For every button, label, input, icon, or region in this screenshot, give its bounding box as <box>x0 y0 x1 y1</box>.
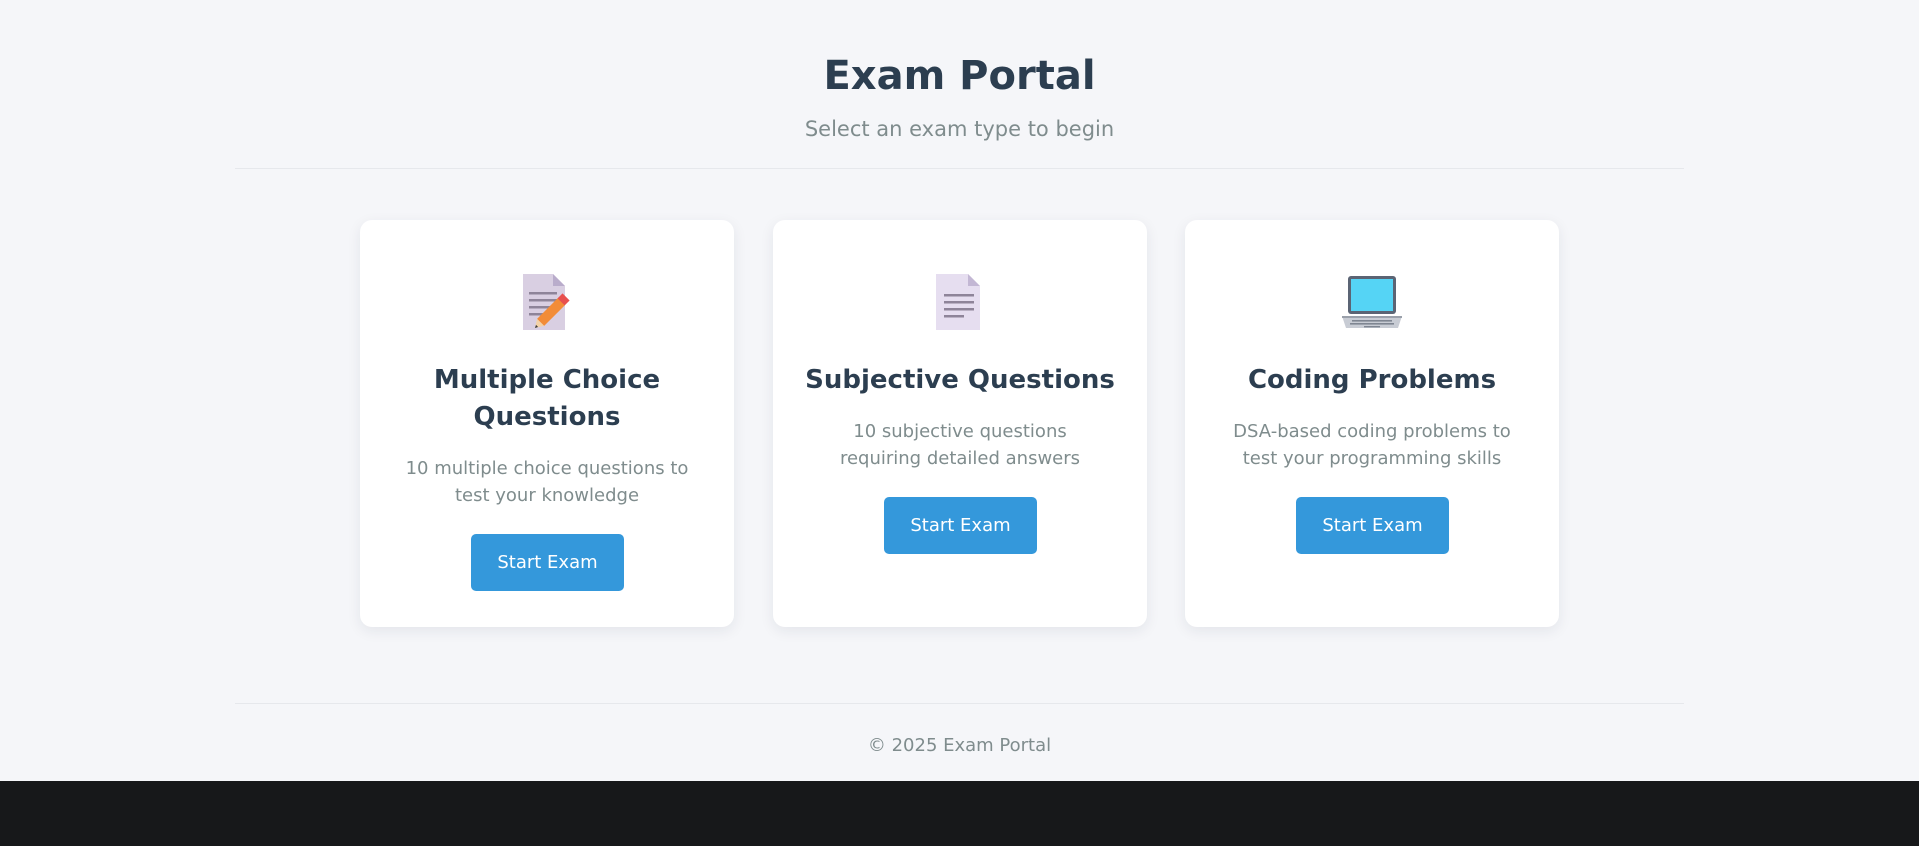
card-description: DSA-based coding problems to test your p… <box>1233 421 1511 469</box>
page-header: Exam Portal Select an exam type to begin <box>235 0 1684 169</box>
exam-card-multiple-choice: Multiple Choice Questions 10 multiple ch… <box>360 220 734 627</box>
page-footer: © 2025 Exam Portal <box>235 703 1684 782</box>
card-title: Multiple Choice Questions <box>433 365 661 432</box>
document-pencil-icon <box>515 270 579 334</box>
card-title: Coding Problems <box>1247 365 1497 395</box>
card-title: Subjective Questions <box>805 365 1115 395</box>
start-exam-button-coding[interactable]: Start Exam <box>1296 497 1449 554</box>
laptop-icon <box>1340 270 1404 334</box>
exam-card-coding: Coding Problems DSA-based coding problem… <box>1185 220 1559 627</box>
page: Exam Portal Select an exam type to begin… <box>0 0 1919 781</box>
card-description: 10 subjective questions requiring detail… <box>839 421 1081 469</box>
page-title: Exam Portal <box>823 53 1096 99</box>
start-exam-button-multiple-choice[interactable]: Start Exam <box>471 534 624 591</box>
copyright-text: © 2025 Exam Portal <box>867 735 1052 756</box>
page-subtitle: Select an exam type to begin <box>804 117 1115 141</box>
document-icon <box>928 270 992 334</box>
start-exam-button-subjective[interactable]: Start Exam <box>884 497 1037 554</box>
exam-card-subjective: Subjective Questions 10 subjective quest… <box>773 220 1147 627</box>
card-description: 10 multiple choice questions to test you… <box>405 458 689 506</box>
